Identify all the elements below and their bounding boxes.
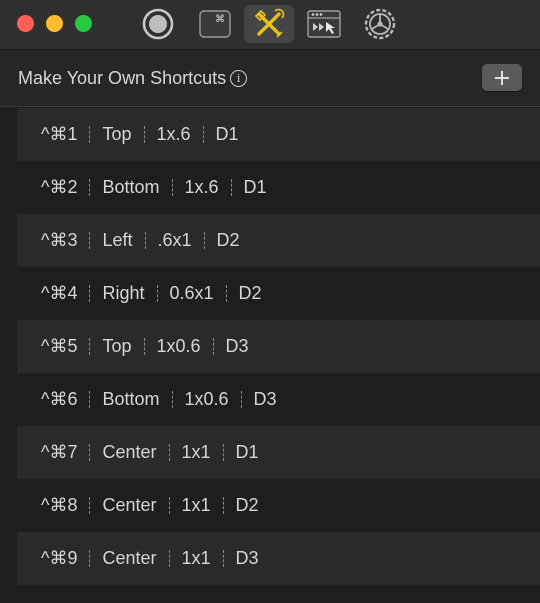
shortcut-row[interactable]: ^⌘2 Bottom 1x.6 D1 bbox=[17, 161, 540, 214]
shortcut-size: 1x1 bbox=[181, 495, 211, 515]
shortcut-keys: ^⌘4 bbox=[41, 283, 78, 303]
column-separator bbox=[143, 126, 145, 143]
column-separator bbox=[144, 232, 146, 249]
shortcut-position: Center bbox=[102, 442, 157, 462]
shortcut-size: .6x1 bbox=[157, 230, 192, 250]
shortcut-size: 1x0.6 bbox=[156, 336, 201, 356]
shortcut-position: Bottom bbox=[102, 177, 160, 197]
add-shortcut-button[interactable] bbox=[482, 64, 522, 91]
column-separator bbox=[212, 338, 214, 355]
shortcut-size: 1x0.6 bbox=[184, 389, 229, 409]
section-header: Make Your Own Shortcuts i bbox=[0, 50, 540, 107]
column-separator bbox=[222, 550, 224, 567]
shortcut-display: D3 bbox=[225, 336, 249, 356]
shortcut-row[interactable]: ^⌘8 Center 1x1 D2 bbox=[17, 479, 540, 532]
shortcut-position: Bottom bbox=[102, 389, 160, 409]
column-separator bbox=[89, 285, 91, 302]
shortcut-display: D1 bbox=[243, 177, 267, 197]
column-separator bbox=[240, 391, 242, 408]
shortcut-row[interactable]: ^⌘6 Bottom 1x0.6 D3 bbox=[17, 373, 540, 426]
shortcut-position: Right bbox=[102, 283, 145, 303]
shortcut-display: D1 bbox=[235, 442, 259, 462]
shortcut-display: D1 bbox=[215, 124, 239, 144]
column-separator bbox=[202, 126, 204, 143]
shortcut-keys: ^⌘9 bbox=[41, 548, 78, 568]
shortcut-display: D3 bbox=[235, 548, 259, 568]
shortcut-position: Top bbox=[102, 336, 132, 356]
shortcut-position: Center bbox=[102, 548, 157, 568]
shortcut-keys: ^⌘1 bbox=[41, 124, 78, 144]
column-separator bbox=[89, 338, 91, 355]
shortcut-keys: ^⌘6 bbox=[41, 389, 78, 409]
record-icon[interactable] bbox=[133, 5, 183, 43]
shortcut-position: Center bbox=[102, 495, 157, 515]
column-separator bbox=[89, 550, 91, 567]
column-separator bbox=[171, 179, 173, 196]
shortcut-size: 1x.6 bbox=[184, 177, 219, 197]
zoom-window-button[interactable] bbox=[75, 15, 92, 32]
column-separator bbox=[203, 232, 205, 249]
shortcut-position: Top bbox=[102, 124, 132, 144]
shortcut-row[interactable]: ^⌘4 Right 0.6x1 D2 bbox=[17, 267, 540, 320]
page-title: Make Your Own Shortcuts i bbox=[18, 68, 248, 89]
column-separator bbox=[89, 444, 91, 461]
column-separator bbox=[89, 497, 91, 514]
close-window-button[interactable] bbox=[17, 15, 34, 32]
column-separator bbox=[143, 338, 145, 355]
column-separator bbox=[222, 444, 224, 461]
shortcut-row[interactable]: ^⌘3 Left .6x1 D2 bbox=[17, 214, 540, 267]
column-separator bbox=[89, 232, 91, 249]
window-arrange-icon[interactable] bbox=[299, 5, 349, 43]
column-separator bbox=[156, 285, 158, 302]
column-separator bbox=[89, 179, 91, 196]
column-separator bbox=[222, 497, 224, 514]
column-separator bbox=[89, 391, 91, 408]
shortcut-display: D2 bbox=[235, 495, 259, 515]
plus-icon bbox=[495, 70, 509, 85]
shortcut-row[interactable]: ^⌘1 Top 1x.6 D1 bbox=[17, 108, 540, 161]
shortcut-row[interactable]: ^⌘9 Center 1x1 D3 bbox=[17, 532, 540, 585]
shortcut-size: 1x.6 bbox=[156, 124, 191, 144]
shortcut-list: ^⌘1 Top 1x.6 D1 ^⌘2 Bottom 1x.6 D1 ^⌘3 Left .6x1 D2… bbox=[17, 108, 540, 603]
shortcut-display: D3 bbox=[253, 389, 277, 409]
shortcut-keys: ^⌘7 bbox=[41, 442, 78, 462]
shortcut-display: D2 bbox=[238, 283, 262, 303]
settings-gear-icon[interactable] bbox=[355, 5, 405, 43]
shortcut-position: Left bbox=[102, 230, 133, 250]
command-glyph: ⌘ bbox=[215, 14, 225, 25]
shortcut-size: 0.6x1 bbox=[169, 283, 214, 303]
shortcut-keys: ^⌘5 bbox=[41, 336, 78, 356]
shortcut-display: D2 bbox=[216, 230, 240, 250]
shortcut-size: 1x1 bbox=[181, 442, 211, 462]
column-separator bbox=[168, 497, 170, 514]
column-separator bbox=[89, 126, 91, 143]
shortcut-keys: ^⌘2 bbox=[41, 177, 78, 197]
page-title-text: Make Your Own Shortcuts bbox=[18, 68, 227, 88]
shortcut-row[interactable]: ^⌘7 Center 1x1 D1 bbox=[17, 426, 540, 479]
column-separator bbox=[168, 550, 170, 567]
title-bar: ⌘ bbox=[0, 0, 540, 50]
shortcut-row[interactable]: ^⌘5 Top 1x0.6 D3 bbox=[17, 320, 540, 373]
shortcut-keys: ^⌘3 bbox=[41, 230, 78, 250]
column-separator bbox=[230, 179, 232, 196]
shortcut-keys: ^⌘8 bbox=[41, 495, 78, 515]
minimize-window-button[interactable] bbox=[46, 15, 63, 32]
shortcut-size: 1x1 bbox=[181, 548, 211, 568]
info-icon[interactable]: i bbox=[230, 70, 248, 87]
command-key-icon[interactable]: ⌘ bbox=[190, 5, 240, 43]
column-separator bbox=[171, 391, 173, 408]
column-separator bbox=[168, 444, 170, 461]
tools-icon[interactable] bbox=[244, 5, 294, 43]
column-separator bbox=[225, 285, 227, 302]
